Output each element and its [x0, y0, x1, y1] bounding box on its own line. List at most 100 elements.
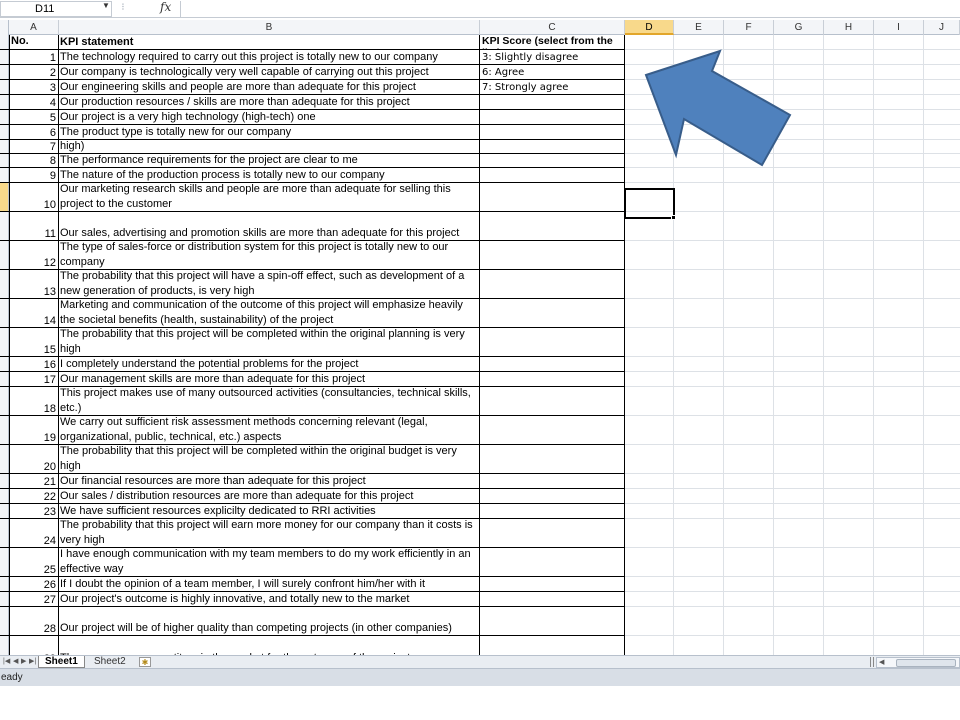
cell-statement[interactable]: We have sufficient resources explicilty …	[59, 504, 480, 518]
grid-cell[interactable]	[625, 577, 674, 592]
column-header-h[interactable]: H	[824, 20, 874, 35]
scroll-left-icon[interactable]: ◀	[879, 658, 884, 666]
grid-cell[interactable]	[724, 183, 774, 212]
grid-cell[interactable]	[724, 372, 774, 387]
horizontal-scrollbar[interactable]: ◀	[876, 657, 960, 668]
grid-cell[interactable]	[625, 299, 674, 328]
grid-cell[interactable]	[724, 212, 774, 241]
grid-cell[interactable]	[774, 328, 824, 357]
row-header[interactable]	[0, 65, 9, 79]
column-header-g[interactable]: G	[774, 20, 824, 35]
grid-cell[interactable]	[674, 474, 724, 489]
cell-statement[interactable]: The probability that this project will b…	[59, 445, 480, 473]
grid-cell[interactable]	[724, 592, 774, 607]
cell-no[interactable]: 12	[9, 241, 59, 269]
grid-cell[interactable]	[924, 474, 960, 489]
cell-statement[interactable]: The probability that this project will e…	[59, 519, 480, 547]
grid-cell[interactable]	[674, 489, 724, 504]
grid-cell[interactable]	[874, 357, 924, 372]
row-header[interactable]	[0, 140, 9, 153]
grid-cell[interactable]	[874, 504, 924, 519]
row-header[interactable]	[0, 577, 9, 591]
cell-score[interactable]	[480, 607, 625, 635]
grid-cell[interactable]	[924, 357, 960, 372]
grid-cell[interactable]	[874, 416, 924, 445]
grid-cell[interactable]	[724, 357, 774, 372]
grid-cell[interactable]	[924, 592, 960, 607]
grid-cell[interactable]	[774, 299, 824, 328]
row-header[interactable]	[0, 183, 9, 211]
grid-cell[interactable]	[874, 489, 924, 504]
grid-cell[interactable]	[625, 387, 674, 416]
cell-statement[interactable]: The nature of the production process is …	[59, 168, 480, 182]
grid-cell[interactable]	[674, 636, 724, 655]
header-score[interactable]: KPI Score (select from the list)	[480, 35, 625, 49]
grid-cell[interactable]	[774, 445, 824, 474]
cell-statement[interactable]: Our project is a very high technology (h…	[59, 110, 480, 124]
grid-cell[interactable]	[724, 489, 774, 504]
grid-cell[interactable]	[625, 636, 674, 655]
row-header[interactable]	[0, 636, 9, 655]
grid-cell[interactable]	[724, 328, 774, 357]
cell-score[interactable]	[480, 548, 625, 576]
grid-cell[interactable]	[924, 95, 960, 110]
row-header[interactable]	[0, 95, 9, 109]
row-header[interactable]	[0, 154, 9, 167]
grid-cell[interactable]	[674, 416, 724, 445]
grid-cell[interactable]	[674, 270, 724, 299]
name-box-dropdown-icon[interactable]: ▼	[102, 1, 110, 10]
grid-cell[interactable]	[774, 519, 824, 548]
row-header[interactable]	[0, 504, 9, 518]
grid-cell[interactable]	[724, 416, 774, 445]
grid-cell[interactable]	[924, 445, 960, 474]
grid-cell[interactable]	[674, 445, 724, 474]
cell-score[interactable]	[480, 357, 625, 371]
cell-no[interactable]: 3	[9, 80, 59, 94]
row-header[interactable]	[0, 489, 9, 503]
grid-cell[interactable]	[724, 548, 774, 577]
grid-cell[interactable]	[824, 125, 874, 140]
cell-score[interactable]	[480, 504, 625, 518]
grid-cell[interactable]	[924, 548, 960, 577]
grid-cell[interactable]	[924, 140, 960, 154]
grid-cell[interactable]	[674, 372, 724, 387]
grid-cell[interactable]	[924, 577, 960, 592]
grid-cell[interactable]	[924, 607, 960, 636]
grid-cell[interactable]	[774, 183, 824, 212]
grid-cell[interactable]	[874, 140, 924, 154]
grid-cell[interactable]	[625, 328, 674, 357]
row-header[interactable]	[0, 241, 9, 269]
grid-cell[interactable]	[625, 474, 674, 489]
cell-score[interactable]	[480, 328, 625, 356]
grid-cell[interactable]	[874, 270, 924, 299]
grid-cell[interactable]	[874, 548, 924, 577]
cell-statement[interactable]: The probability that this project will b…	[59, 328, 480, 356]
grid-cell[interactable]	[874, 241, 924, 270]
cell-no[interactable]: 9	[9, 168, 59, 182]
grid-cell[interactable]	[625, 212, 674, 241]
grid-cell[interactable]	[824, 372, 874, 387]
cell-no[interactable]: 29	[9, 636, 59, 655]
column-header-e[interactable]: E	[674, 20, 724, 35]
grid-cell[interactable]	[924, 387, 960, 416]
name-box[interactable]: D11	[0, 1, 112, 17]
cell-score[interactable]	[480, 140, 625, 153]
header-statement[interactable]: KPI statement	[59, 35, 480, 49]
grid-cell[interactable]	[924, 212, 960, 241]
grid-cell[interactable]	[774, 212, 824, 241]
grid-cell[interactable]	[874, 80, 924, 95]
row-header[interactable]	[0, 357, 9, 371]
grid-cell[interactable]	[824, 140, 874, 154]
grid-cell[interactable]	[924, 65, 960, 80]
grid-cell[interactable]	[824, 270, 874, 299]
grid-cell[interactable]	[924, 35, 960, 50]
cell-no[interactable]: 15	[9, 328, 59, 356]
cell-statement[interactable]: There are many competitors in the market…	[59, 636, 480, 655]
cell-statement[interactable]: Our marketing research skills and people…	[59, 183, 480, 211]
grid-cell[interactable]	[625, 241, 674, 270]
cell-statement[interactable]: Our sales / distribution resources are m…	[59, 489, 480, 503]
cell-statement[interactable]: If I doubt the opinion of a team member,…	[59, 577, 480, 591]
grid-cell[interactable]	[874, 212, 924, 241]
row-header[interactable]	[0, 80, 9, 94]
grid-cell[interactable]	[674, 607, 724, 636]
